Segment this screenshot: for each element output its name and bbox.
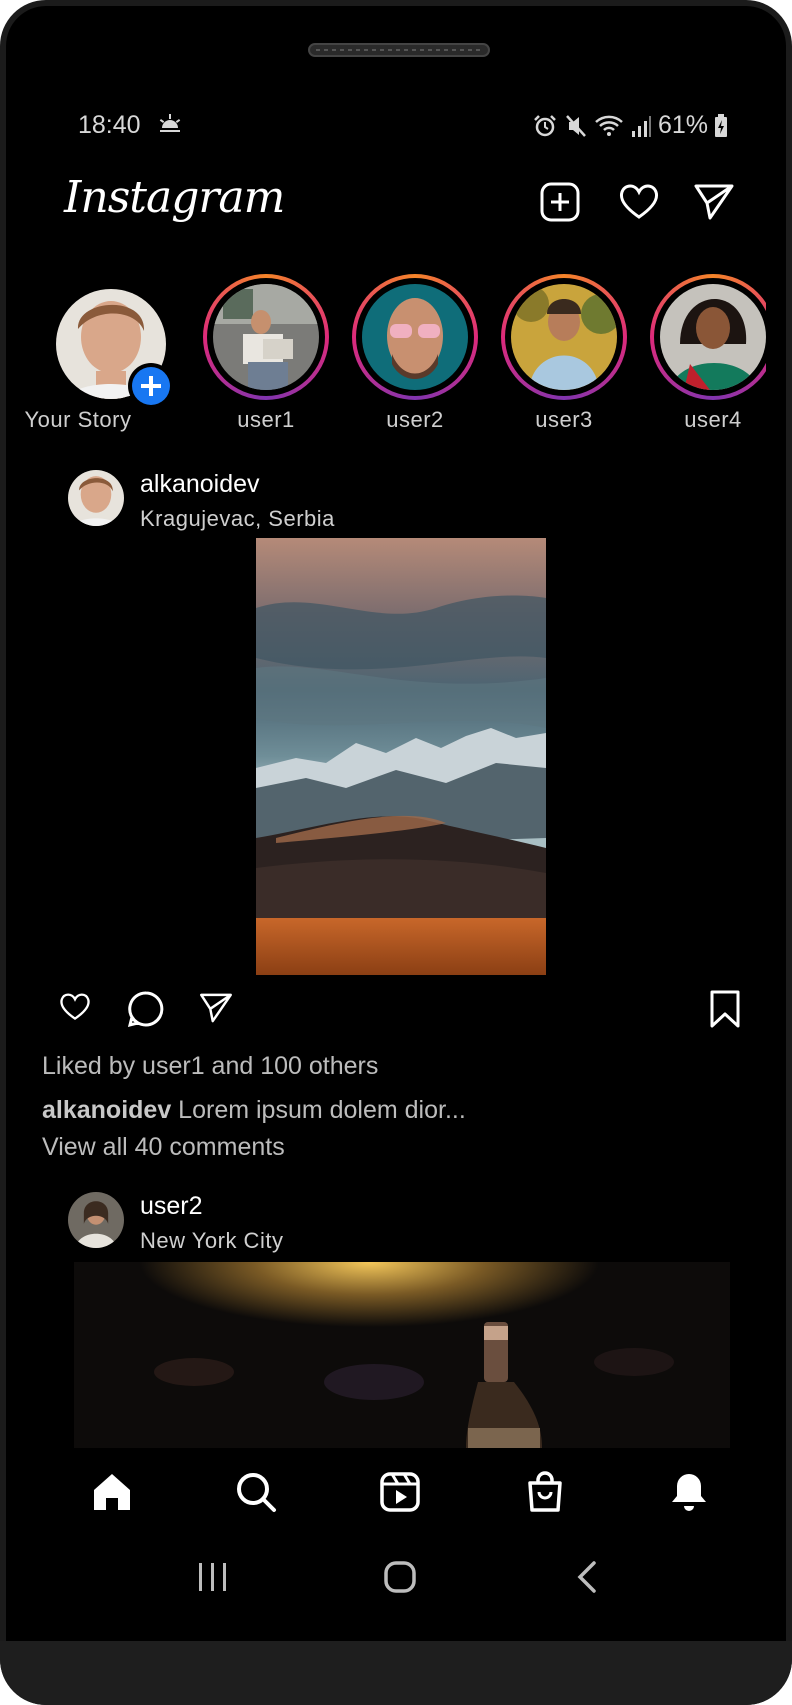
wifi-icon bbox=[594, 113, 624, 139]
post-image[interactable] bbox=[74, 1262, 730, 1448]
post-caption: alkanoidev Lorem ipsum dolem dior... bbox=[42, 1096, 466, 1125]
reels-icon[interactable] bbox=[376, 1468, 424, 1516]
post-actions bbox=[6, 986, 786, 1036]
app-header: Instagram bbox=[6, 166, 786, 236]
alarm-icon bbox=[532, 113, 558, 139]
post-username[interactable]: user2 bbox=[140, 1192, 203, 1221]
post-header: user2 New York City bbox=[68, 1192, 668, 1256]
bookmark-icon[interactable] bbox=[708, 990, 742, 1033]
heart-icon[interactable] bbox=[617, 180, 661, 224]
comment-icon[interactable] bbox=[127, 990, 165, 1033]
home-circle-icon[interactable] bbox=[382, 1559, 418, 1600]
story-ring bbox=[650, 274, 766, 400]
story-label: user2 bbox=[386, 407, 444, 432]
view-comments-link[interactable]: View all 40 comments bbox=[42, 1133, 285, 1162]
search-icon[interactable] bbox=[232, 1468, 280, 1516]
like-icon[interactable] bbox=[58, 990, 92, 1029]
story-ring bbox=[203, 274, 329, 400]
screen: 18:40 61% Instagram Your Story user1 use… bbox=[6, 6, 786, 1641]
caption-text: Lorem ipsum dolem dior... bbox=[171, 1096, 466, 1124]
post-location[interactable]: New York City bbox=[140, 1228, 283, 1254]
story-avatar bbox=[362, 284, 468, 390]
mute-icon bbox=[564, 113, 588, 139]
avatar[interactable] bbox=[68, 1192, 124, 1248]
story-avatar bbox=[660, 284, 766, 390]
signal-icon bbox=[630, 113, 652, 139]
add-story-button[interactable] bbox=[128, 363, 174, 409]
bottom-bezel bbox=[0, 1641, 792, 1705]
back-icon[interactable] bbox=[574, 1559, 600, 1600]
story-label: user1 bbox=[237, 407, 295, 432]
post-location[interactable]: Kragujevac, Serbia bbox=[140, 506, 335, 532]
instagram-logo[interactable]: Instagram bbox=[64, 172, 285, 223]
direct-message-icon[interactable] bbox=[692, 180, 736, 224]
battery-charging-icon bbox=[714, 113, 728, 138]
story-ring bbox=[352, 274, 478, 400]
status-time: 18:40 bbox=[78, 111, 141, 139]
post-header: alkanoidev Kragujevac, Serbia bbox=[68, 470, 668, 534]
story-label: user4 bbox=[684, 407, 742, 432]
sunrise-icon bbox=[158, 113, 182, 135]
story-avatar bbox=[511, 284, 617, 390]
share-icon[interactable] bbox=[198, 990, 234, 1031]
battery-text: 61% bbox=[657, 111, 708, 139]
home-icon[interactable] bbox=[88, 1468, 136, 1516]
story-avatar bbox=[213, 284, 319, 390]
avatar[interactable] bbox=[68, 470, 124, 526]
speaker-grille bbox=[308, 43, 490, 57]
recents-icon[interactable] bbox=[196, 1559, 230, 1600]
likes-text[interactable]: Liked by user1 and 100 others bbox=[42, 1052, 378, 1081]
status-icons: 61% bbox=[532, 111, 728, 140]
new-post-icon[interactable] bbox=[538, 180, 582, 224]
story-label: user3 bbox=[535, 407, 593, 432]
system-nav bbox=[6, 1551, 786, 1603]
bottom-nav bbox=[6, 1456, 786, 1528]
caption-username[interactable]: alkanoidev bbox=[42, 1096, 171, 1124]
status-bar: 18:40 61% bbox=[78, 111, 728, 147]
plus-icon bbox=[132, 367, 170, 405]
shop-icon[interactable] bbox=[521, 1468, 569, 1516]
story-ring bbox=[501, 274, 627, 400]
post-username[interactable]: alkanoidev bbox=[140, 470, 260, 499]
phone-frame: 18:40 61% Instagram Your Story user1 use… bbox=[0, 0, 792, 1705]
stories-tray: Your Story user1 user2 user3 user4 bbox=[6, 274, 766, 444]
post-image[interactable] bbox=[256, 538, 546, 975]
notifications-icon[interactable] bbox=[665, 1468, 713, 1516]
story-label: Your Story bbox=[24, 407, 132, 432]
